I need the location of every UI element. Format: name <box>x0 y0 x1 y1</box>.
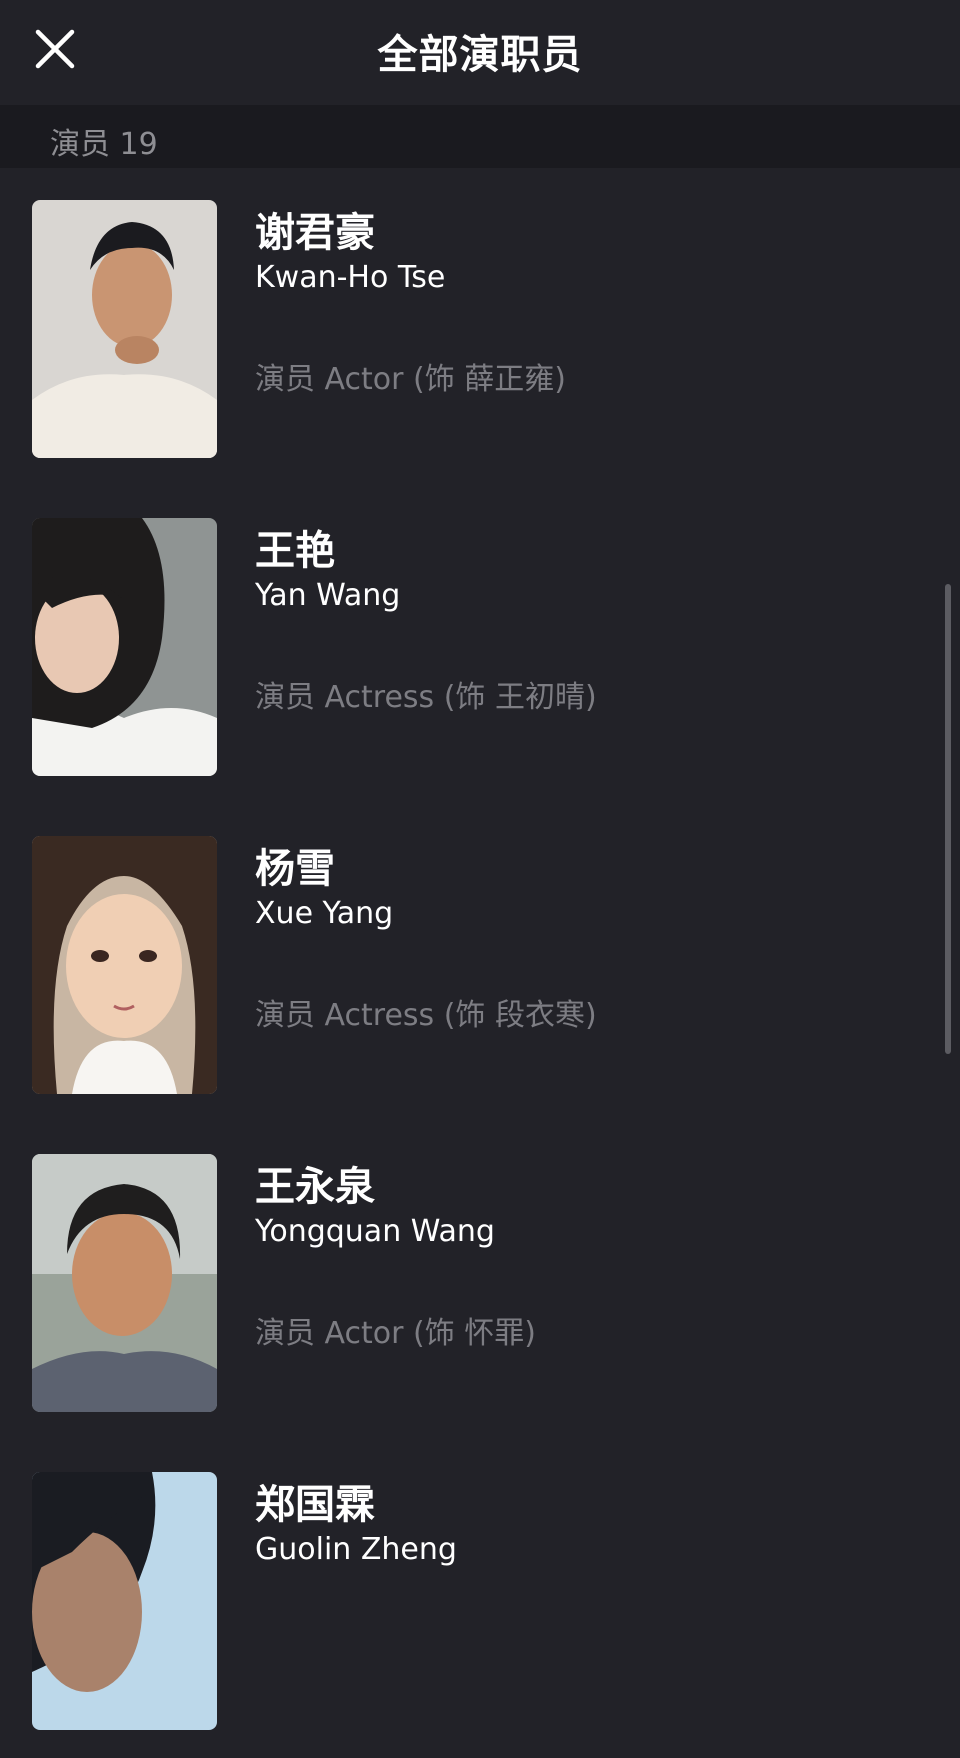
actor-name-english: Kwan-Ho Tse <box>255 260 446 295</box>
actor-name-chinese: 谢君豪 <box>255 210 375 256</box>
cast-list-item[interactable]: 郑国霖 Guolin Zheng <box>0 1440 960 1758</box>
actor-name-english: Yan Wang <box>255 578 401 613</box>
actor-role: 演员 Actor (饰 薛正雍) <box>255 362 566 397</box>
actor-name-english: Xue Yang <box>255 896 394 931</box>
actor-photo <box>32 200 217 458</box>
actor-name-chinese: 郑国霖 <box>255 1482 375 1528</box>
actor-name-chinese: 杨雪 <box>255 846 335 892</box>
page-title: 全部演职员 <box>377 32 583 78</box>
cast-list-item[interactable]: 谢君豪 Kwan-Ho Tse 演员 Actor (饰 薛正雍) <box>0 168 960 486</box>
actor-name-english: Guolin Zheng <box>255 1532 457 1567</box>
actor-role: 演员 Actress (饰 王初晴) <box>255 680 597 715</box>
actor-photo <box>32 1154 217 1412</box>
cast-list-item[interactable]: 王永泉 Yongquan Wang 演员 Actor (饰 怀罪) <box>0 1122 960 1440</box>
cast-list-item[interactable]: 王艳 Yan Wang 演员 Actress (饰 王初晴) <box>0 486 960 804</box>
section-header: 演员 19 <box>0 105 960 168</box>
cast-list-item[interactable]: 杨雪 Xue Yang 演员 Actress (饰 段衣寒) <box>0 804 960 1122</box>
actor-photo <box>32 518 217 776</box>
actor-role: 演员 Actor (饰 怀罪) <box>255 1316 536 1351</box>
actor-name-english: Yongquan Wang <box>255 1214 495 1249</box>
scrollbar[interactable] <box>945 584 951 1054</box>
nav-bar: 全部演职员 <box>0 0 960 105</box>
actor-photo <box>32 1472 217 1730</box>
actor-role: 演员 Actress (饰 段衣寒) <box>255 998 597 1033</box>
cast-list: 谢君豪 Kwan-Ho Tse 演员 Actor (饰 薛正雍) 王艳 Yan … <box>0 168 960 1758</box>
actor-photo <box>32 836 217 1094</box>
actor-name-chinese: 王永泉 <box>255 1164 375 1210</box>
actor-name-chinese: 王艳 <box>255 528 335 574</box>
section-label-cast-count: 演员 19 <box>50 127 158 162</box>
